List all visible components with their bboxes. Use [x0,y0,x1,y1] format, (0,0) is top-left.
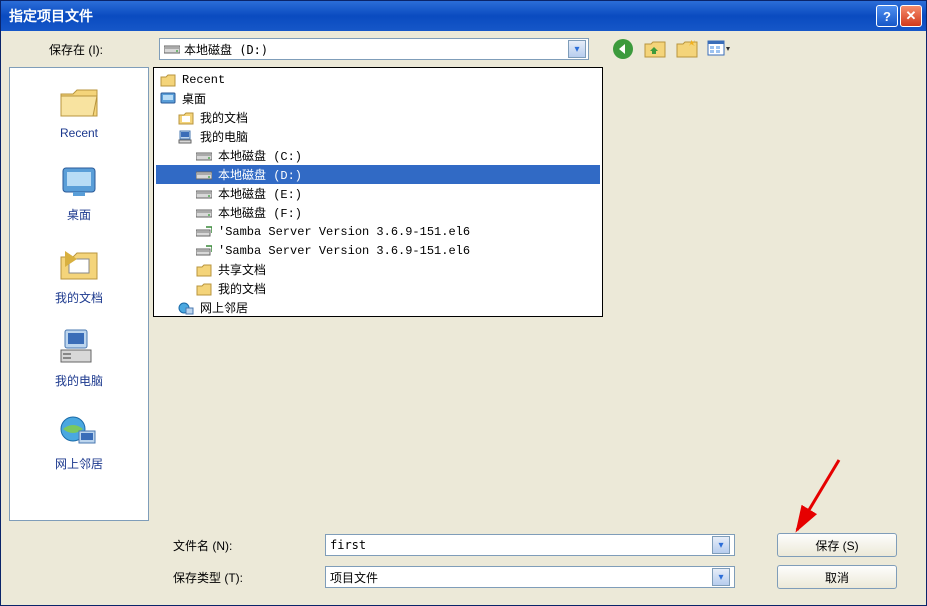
tree-row-label: 我的文档 [198,108,250,127]
save-dialog-window: 指定项目文件 ? ✕ 保存在 (I): 本地磁盘 (D:) ▾ [0,0,927,606]
up-folder-icon[interactable] [643,37,667,61]
netdrive-icon [196,243,212,259]
sidebar-recent-label: Recent [60,126,98,140]
network-icon [58,409,100,451]
tree-row[interactable]: 'Samba Server Version 3.6.9-151.el6 [156,241,600,260]
tree-row-label: 共享文档 [216,260,268,279]
save-button[interactable]: 保存 (S) [777,533,897,557]
tree-row[interactable]: 本地磁盘 (C:) [156,146,600,165]
chevron-down-icon[interactable]: ▾ [712,568,730,586]
mydocs-icon [58,243,100,285]
chevron-down-icon[interactable]: ▾ [712,536,730,554]
sidebar-mycomputer-label: 我的电脑 [55,372,103,389]
tree-row[interactable]: 'Samba Server Version 3.6.9-151.el6 [156,222,600,241]
help-button[interactable]: ? [876,5,898,27]
sidebar-network-label: 网上邻居 [55,455,103,472]
sidebar-item-recent[interactable]: Recent [10,76,148,144]
filename-input[interactable] [330,538,712,552]
save-in-combo[interactable]: 本地磁盘 (D:) ▾ [159,38,589,60]
filetype-row: 保存类型 (T): 项目文件 ▾ 取消 [5,561,926,593]
tree-row[interactable]: 我的文档 [156,279,600,298]
tree-row-label: 我的电脑 [198,127,250,146]
sidebar-item-mydocs[interactable]: 我的文档 [10,239,148,310]
tree-row-label: Recent [180,72,227,88]
mycomputer-icon [58,326,100,368]
sidebar-item-network[interactable]: 网上邻居 [10,405,148,476]
tree-row-label: 本地磁盘 (C:) [216,146,304,165]
drive-icon [196,186,212,202]
tree-row[interactable]: 本地磁盘 (E:) [156,184,600,203]
tree-row[interactable]: 共享文档 [156,260,600,279]
recent-folder-icon [58,80,100,122]
sidebar-mydocs-label: 我的文档 [55,289,103,306]
tree-row-label: 'Samba Server Version 3.6.9-151.el6 [216,224,472,240]
window-title: 指定项目文件 [9,6,876,26]
mycomp-icon [178,129,194,145]
folder-icon [196,262,212,278]
views-icon[interactable] [707,37,731,61]
titlebar: 指定项目文件 ? ✕ [1,1,926,31]
drive-icon [196,148,212,164]
sidebar-desktop-label: 桌面 [67,206,91,223]
drive-icon [196,205,212,221]
drive-icon [196,167,212,183]
bottom-fields: 文件名 (N): ▾ 保存 (S) 保存类型 (T): 项目文件 ▾ 取消 [1,521,926,605]
folder-icon [160,72,176,88]
save-in-label: 保存在 (I): [49,41,149,58]
filename-row: 文件名 (N): ▾ 保存 (S) [5,529,926,561]
cancel-button[interactable]: 取消 [777,565,897,589]
tree-row[interactable]: Recent [156,70,600,89]
mydocs-icon [178,110,194,126]
folder-tree[interactable]: Recent桌面我的文档我的电脑本地磁盘 (C:)本地磁盘 (D:)本地磁盘 (… [153,67,603,317]
network-icon [178,300,194,316]
tree-row-label: 'Samba Server Version 3.6.9-151.el6 [216,243,472,259]
tree-row-label: 本地磁盘 (D:) [216,165,304,184]
filename-label: 文件名 (N): [173,537,313,554]
tree-row-label: 网上邻居 [198,298,250,317]
sidebar-item-mycomputer[interactable]: 我的电脑 [10,322,148,393]
main-area: Recent桌面我的文档我的电脑本地磁盘 (C:)本地磁盘 (D:)本地磁盘 (… [153,67,918,521]
tree-row[interactable]: 本地磁盘 (D:) [156,165,600,184]
titlebar-buttons: ? ✕ [876,5,922,27]
filetype-label: 保存类型 (T): [173,569,313,586]
sidebar-item-desktop[interactable]: 桌面 [10,156,148,227]
toolbar-nav-icons [611,37,731,61]
filetype-combo[interactable]: 项目文件 ▾ [325,566,735,588]
drive-icon [164,43,180,55]
tree-row[interactable]: 我的文档 [156,108,600,127]
close-button[interactable]: ✕ [900,5,922,27]
chevron-down-icon[interactable]: ▾ [568,40,586,58]
desktop-icon [58,160,100,202]
toolbar: 保存在 (I): 本地磁盘 (D:) ▾ [1,31,926,67]
tree-row-label: 我的文档 [216,279,268,298]
save-in-value: 本地磁盘 (D:) [184,41,568,58]
desktop-icon [160,91,176,107]
tree-row-label: 桌面 [180,89,208,108]
filename-input-wrap: ▾ [325,534,735,556]
tree-row[interactable]: 我的电脑 [156,127,600,146]
netdrive-icon [196,224,212,240]
filetype-value: 项目文件 [330,569,712,586]
tree-row[interactable]: 桌面 [156,89,600,108]
back-icon[interactable] [611,37,635,61]
tree-row-label: 本地磁盘 (F:) [216,203,304,222]
folder-icon [196,281,212,297]
tree-row[interactable]: 本地磁盘 (F:) [156,203,600,222]
tree-row-label: 本地磁盘 (E:) [216,184,304,203]
tree-row[interactable]: 网上邻居 [156,298,600,317]
new-folder-icon[interactable] [675,37,699,61]
content-area: Recent 桌面 我的文档 我的电脑 [1,67,926,521]
places-sidebar: Recent 桌面 我的文档 我的电脑 [9,67,149,521]
